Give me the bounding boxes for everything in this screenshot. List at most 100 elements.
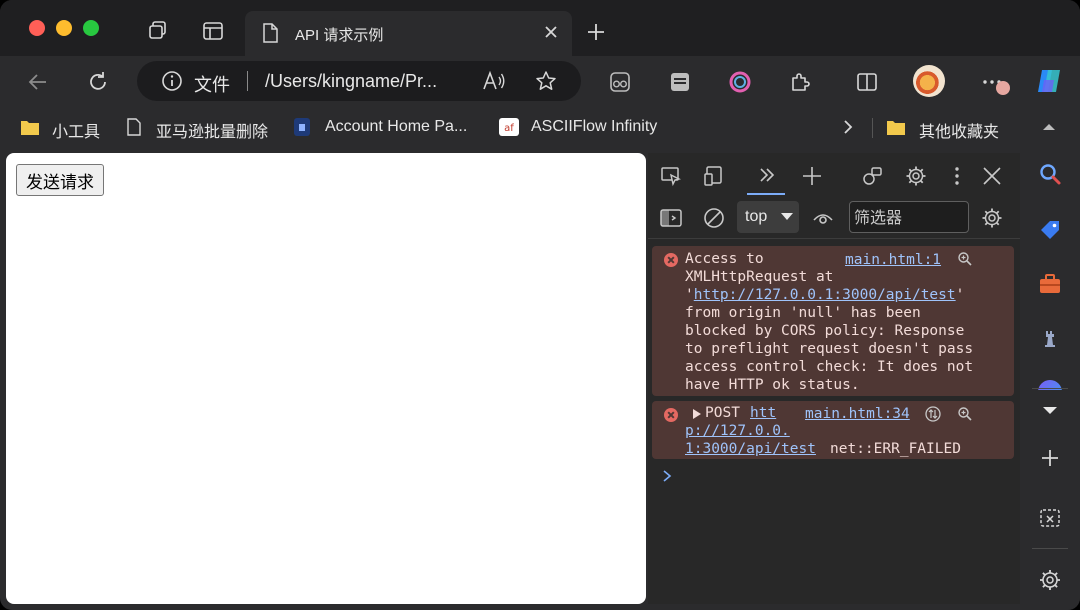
back-icon[interactable] [26,70,50,94]
bookmark-tools[interactable]: 小工具 [52,118,100,142]
console-settings-icon[interactable] [981,207,1003,229]
context-selector[interactable]: top [737,201,799,233]
error-code: net::ERR_FAILED [830,441,961,457]
extensions-puzzle-icon[interactable] [788,70,812,94]
more-tabs-chevron-icon[interactable] [756,164,778,186]
msg-line: Access to [685,251,764,267]
chevron-down-icon[interactable] [1038,398,1062,422]
search-icon[interactable] [957,406,973,422]
console-prompt-icon[interactable] [662,469,672,483]
console-filter-input[interactable] [849,201,969,233]
source-link-main-html-34[interactable]: main.html:34 [805,405,910,423]
info-icon[interactable] [161,70,183,92]
clear-console-icon[interactable] [703,207,725,229]
error-icon [664,253,678,267]
sidebar-settings-icon[interactable] [1038,568,1062,592]
read-aloud-icon[interactable] [482,70,506,92]
close-window-button[interactable] [29,20,45,36]
search-icon[interactable] [957,251,973,267]
msg-line: XMLHttpRequest at [685,269,834,285]
toolbar: 文件 /Users/kingname/Pr... [0,56,1080,108]
devtools-panel: top Access to XMLHttpRequest at 'http://… [648,153,1020,604]
close-tab-icon[interactable] [544,25,558,39]
vertical-tabs-icon[interactable] [202,20,224,42]
bookmark-asciiflow[interactable]: ASCIIFlow Infinity [531,118,657,136]
split-screen-icon[interactable] [855,70,879,94]
msg-line: from origin 'null' has been [685,305,921,321]
add-panel-icon[interactable] [801,165,823,187]
console-error-post: POST htt p://127.0.0. 1:3000/api/test ne… [652,401,1014,459]
reload-icon[interactable] [86,70,110,94]
send-request-button[interactable]: 发送请求 [16,164,104,196]
asciiflow-icon: af [499,118,519,136]
tab-title: API 请求示例 [295,27,384,44]
devtools-active-tab-indicator [747,193,785,195]
caret-down-icon [781,213,793,220]
web-page: 发送请求 [6,153,646,604]
search-icon[interactable] [1038,162,1062,186]
msg-line: ' [685,287,694,303]
bookmark-other-favorites[interactable]: 其他收藏夹 [919,118,999,142]
network-request-icon[interactable] [925,406,941,422]
settings-gear-icon[interactable] [905,165,927,187]
workspaces-icon[interactable] [147,20,169,42]
page-icon [127,118,141,136]
add-icon[interactable] [1038,446,1062,470]
favorite-star-icon[interactable] [535,70,557,92]
address-bar[interactable]: 文件 /Users/kingname/Pr... [137,61,581,101]
scheme-label: 文件 [194,75,230,95]
folder-icon [887,121,905,135]
extension-glasses-icon[interactable] [608,70,632,94]
bookmark-account-home[interactable]: Account Home Pa... [325,118,467,136]
folder-icon [21,121,39,135]
tools-briefcase-icon[interactable] [1038,272,1062,296]
error-message-text: Access to XMLHttpRequest at 'http://127.… [685,250,995,394]
svg-text:af: af [504,123,514,134]
profile-avatar[interactable] [913,65,945,97]
games-chess-icon[interactable] [1038,326,1062,350]
screenshot-icon[interactable] [1038,506,1062,530]
bookmarks-bar: 小工具 亚马逊批量删除 Account Home Pa... af ASCIIF… [0,108,1080,148]
account-icon [294,118,310,136]
bookmark-amazon-batch-delete[interactable]: 亚马逊批量删除 [156,118,268,142]
msg-line: to preflight request doesn't pass [685,341,974,357]
request-url-part-2[interactable]: p://127.0.0. [685,422,790,440]
expand-triangle-icon[interactable] [692,406,702,422]
new-tab-icon[interactable] [586,22,606,42]
sidebar-separator [1032,388,1068,389]
tab-strip: API 请求示例 [0,0,1080,56]
tab-api-request[interactable]: API 请求示例 [245,11,572,56]
chevron-up-icon[interactable] [1040,118,1058,136]
sidebar-toggle-icon[interactable] [660,207,682,229]
chevron-right-icon[interactable] [840,118,856,136]
bookmarks-separator [872,118,873,138]
request-url-part-3[interactable]: 1:3000/api/test [685,440,816,458]
zoom-window-button[interactable] [83,20,99,36]
msg-line: ' [955,287,965,303]
error-icon [664,408,678,422]
right-sidebar [1020,148,1080,610]
error-url-link[interactable]: http://127.0.0.1:3000/api/test [694,287,956,303]
extension-reader-icon[interactable] [668,70,692,94]
context-label: top [745,208,768,225]
browser-window: API 请求示例 文件 /Users/kingname/Pr... 小工具 亚马… [0,0,1080,610]
request-url-part-1[interactable]: htt [750,404,776,422]
devtools-tab-bar [648,153,1020,197]
console-error-cors: Access to XMLHttpRequest at 'http://127.… [652,246,1014,396]
extension-color-icon[interactable] [728,70,752,94]
device-toolbar-icon[interactable] [703,165,725,187]
request-method: POST [705,405,740,421]
update-badge-icon [996,81,1010,95]
issues-icon[interactable] [861,165,883,187]
copilot-icon[interactable] [1034,66,1064,96]
minimize-window-button[interactable] [56,20,72,36]
address-separator [247,71,248,91]
devtools-menu-icon[interactable] [946,165,968,187]
msg-line: access control check: It does not [685,359,974,375]
url-text[interactable]: /Users/kingname/Pr... [265,71,465,92]
inspect-element-icon[interactable] [660,165,682,187]
source-link-main-html-1[interactable]: main.html:1 [845,251,941,269]
shopping-tag-icon[interactable] [1038,218,1062,242]
live-expression-eye-icon[interactable] [812,207,834,229]
close-devtools-icon[interactable] [981,165,1003,187]
